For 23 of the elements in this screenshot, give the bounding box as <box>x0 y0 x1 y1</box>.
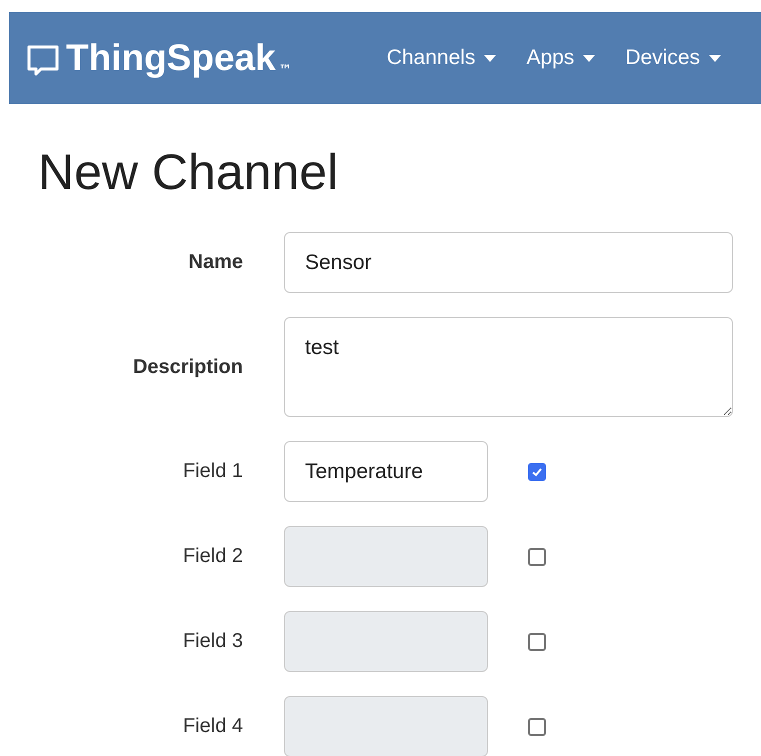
name-input[interactable]: Sensor <box>284 232 733 293</box>
nav-menu[interactable]: Channels <box>386 46 496 70</box>
nav-menu[interactable]: Devices <box>625 46 722 70</box>
brand-name[interactable]: ThingSpeak <box>66 37 276 79</box>
checkbox[interactable] <box>528 548 546 566</box>
field-label: Field 4 <box>182 715 243 738</box>
field-label: Field 1 <box>182 460 243 483</box>
trademark: ™ <box>278 63 292 78</box>
field-label: Description <box>132 356 243 378</box>
description-input[interactable]: test <box>284 317 733 417</box>
caret-icon <box>709 54 722 62</box>
field-label: Name <box>188 251 243 274</box>
checkbox[interactable] <box>528 462 546 480</box>
field-label: Field 2 <box>182 545 243 568</box>
checkbox[interactable] <box>528 632 546 650</box>
page-title: New Channel <box>38 143 340 202</box>
caret-icon <box>484 54 496 62</box>
caret-icon <box>583 54 596 62</box>
nav-menu[interactable]: Apps <box>526 46 596 70</box>
field-label: Field 3 <box>182 630 243 653</box>
speech-bubble-icon <box>26 43 60 77</box>
checkbox[interactable] <box>528 718 546 736</box>
field-input[interactable]: Temperature <box>284 441 488 502</box>
